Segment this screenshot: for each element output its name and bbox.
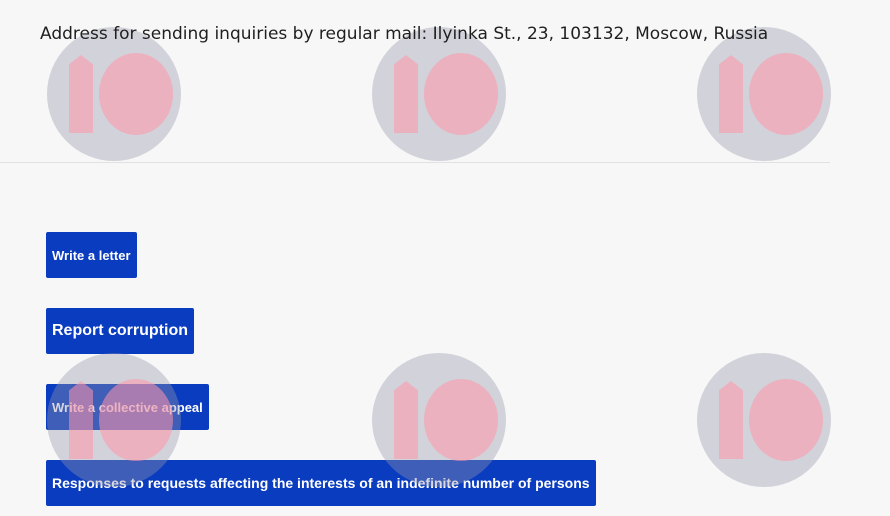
section-divider: [0, 162, 830, 163]
report-corruption-button[interactable]: Report corruption: [46, 308, 194, 354]
write-letter-label: Write a letter: [52, 247, 131, 263]
indefinite-persons-responses-label: Responses to requests affecting the inte…: [52, 475, 590, 491]
indefinite-persons-responses-button[interactable]: Responses to requests affecting the inte…: [46, 460, 596, 506]
write-letter-button[interactable]: Write a letter: [46, 232, 137, 278]
action-buttons: Write a letter Report corruption Write a…: [46, 232, 829, 516]
report-corruption-label: Report corruption: [52, 322, 188, 339]
watermark-logo: [47, 27, 181, 161]
watermark-logo: [372, 27, 506, 161]
page: Address for sending inquiries by regular…: [0, 0, 890, 516]
collective-appeal-button[interactable]: Write a collective appeal: [46, 384, 209, 430]
collective-appeal-label: Write a collective appeal: [52, 399, 203, 415]
watermark-logo: [697, 27, 831, 161]
mailing-address-text: Address for sending inquiries by regular…: [40, 24, 769, 44]
